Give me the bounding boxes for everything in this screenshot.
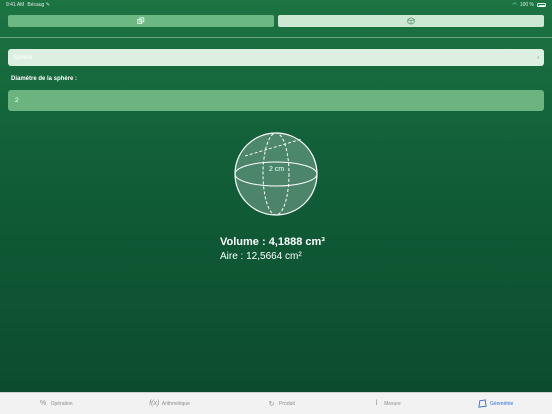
refresh-icon: ↻ [268,400,275,408]
tab-mesure-label: Mesure [384,400,401,407]
status-bar: 9:41 AM Bécaug ✎ ◠ 100 % [0,0,552,10]
diameter-input[interactable]: 2 [8,90,544,111]
polygon-icon [478,399,487,408]
volume-result: Volume : 4,1888 cm³ [220,236,325,248]
sphere-figure: 2 cm [234,132,318,216]
sphere-dimension-label: 2 cm [269,166,284,173]
shape-select[interactable]: Sphère › [8,49,544,66]
view-segmented-control [8,15,544,27]
percent-icon: % [39,400,47,407]
tab-geometrie[interactable]: Géométrie [478,399,513,408]
aire-result: Aire : 12,5664 cm² [220,251,302,262]
tab-mesure[interactable]: ǀ Mesure [372,399,401,408]
chevron-right-icon: › [537,54,539,61]
battery-icon [537,3,546,7]
tab-arithmetique-label: Arithmétique [161,400,190,407]
tab-produit-label: Produit [279,400,295,407]
function-icon: f(x) [149,400,160,407]
status-carrier: Bécaug ✎ [27,2,50,8]
tab-arithmetique[interactable]: f(x) Arithmétique [149,399,190,408]
diameter-value: 2 [15,97,19,104]
status-time: 9:41 AM [6,2,25,8]
tab-geometrie-label: Géométrie [489,400,514,407]
diameter-label: Diamètre de la sphère : [11,76,78,82]
shape-select-value: Sphère [13,54,33,61]
wifi-icon: ◠ [512,2,517,8]
tab-produit[interactable]: ↻ Produit [267,399,295,408]
tab-operation[interactable]: % Opération [39,399,73,408]
battery-percent: 100 % [519,2,534,8]
header-divider [0,37,552,38]
tab-operation-label: Opération [50,400,73,407]
thermometer-icon: ǀ [375,400,378,407]
segment-2d[interactable] [8,15,274,27]
square-stack-icon [137,17,145,24]
tab-bar: % Opération f(x) Arithmétique ↻ Produit … [0,392,552,414]
cube-icon [407,17,415,25]
segment-3d[interactable] [278,15,544,27]
